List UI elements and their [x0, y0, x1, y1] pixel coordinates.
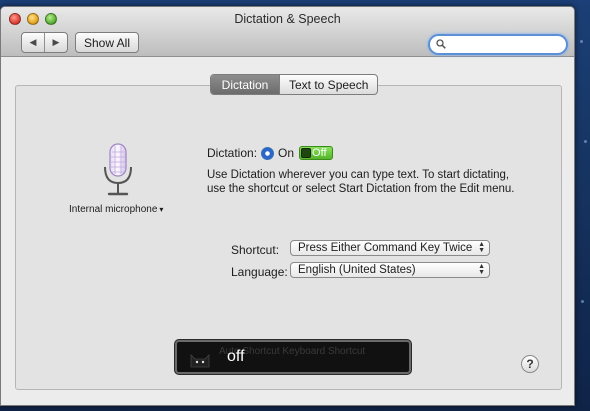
back-button[interactable]: ◀ — [22, 33, 44, 52]
tab-bar: Dictation Text to Speech — [210, 74, 379, 95]
preferences-window: Dictation & Speech ◀ ▶ Show All Dictatio… — [0, 6, 575, 406]
dictation-label: Dictation: — [207, 146, 258, 160]
chevron-down-icon: ▾ — [159, 205, 164, 214]
tab-text-to-speech[interactable]: Text to Speech — [279, 75, 377, 94]
microphone-source-menu[interactable]: Internal microphone ▾ — [69, 204, 163, 215]
desktop-dot — [584, 140, 587, 143]
dictation-on-label: On — [278, 146, 295, 160]
popup-arrows-icon: ▲ ▼ — [478, 241, 485, 254]
help-button[interactable]: ? — [521, 355, 539, 373]
microphone-icon — [104, 143, 132, 196]
search-field[interactable] — [428, 34, 568, 55]
cat-icon — [190, 354, 210, 368]
dictation-toggle-row: Dictation: On Off — [207, 146, 334, 160]
microphone-source-label: Internal microphone — [69, 204, 158, 215]
popup-arrows-icon: ▲ ▼ — [478, 263, 485, 276]
back-forward-control: ◀ ▶ — [21, 32, 68, 53]
show-all-button[interactable]: Show All — [75, 32, 139, 53]
toggle-off-label: Off — [312, 147, 327, 159]
forward-arrow-icon: ▶ — [52, 37, 60, 47]
dictation-description: Use Dictation wherever you can type text… — [207, 169, 515, 195]
shortcut-label: Shortcut: — [231, 243, 280, 257]
language-value: English (United States) — [298, 264, 416, 276]
title-bar: Dictation & Speech ◀ ▶ Show All — [1, 7, 574, 57]
window-title: Dictation & Speech — [234, 12, 341, 26]
keycastr-overlay: Auto Shortcut Keyboard Shortcut off — [175, 340, 411, 374]
shortcut-popup[interactable]: Press Either Command Key Twice ▲ ▼ — [290, 240, 490, 256]
search-icon — [436, 39, 446, 49]
back-arrow-icon: ◀ — [29, 37, 37, 47]
desktop-dot — [580, 40, 583, 43]
overlay-state-text: off — [227, 348, 245, 365]
dictation-off-toggle[interactable]: Off — [299, 146, 334, 160]
language-label: Language: — [231, 265, 288, 279]
forward-button[interactable]: ▶ — [44, 33, 67, 52]
toggle-knob — [301, 148, 312, 158]
language-popup[interactable]: English (United States) ▲ ▼ — [290, 262, 490, 278]
tab-dictation[interactable]: Dictation — [211, 75, 279, 94]
shortcut-value: Press Either Command Key Twice — [298, 242, 473, 254]
desktop-dot — [581, 300, 584, 303]
dictation-on-radio[interactable] — [261, 146, 275, 160]
